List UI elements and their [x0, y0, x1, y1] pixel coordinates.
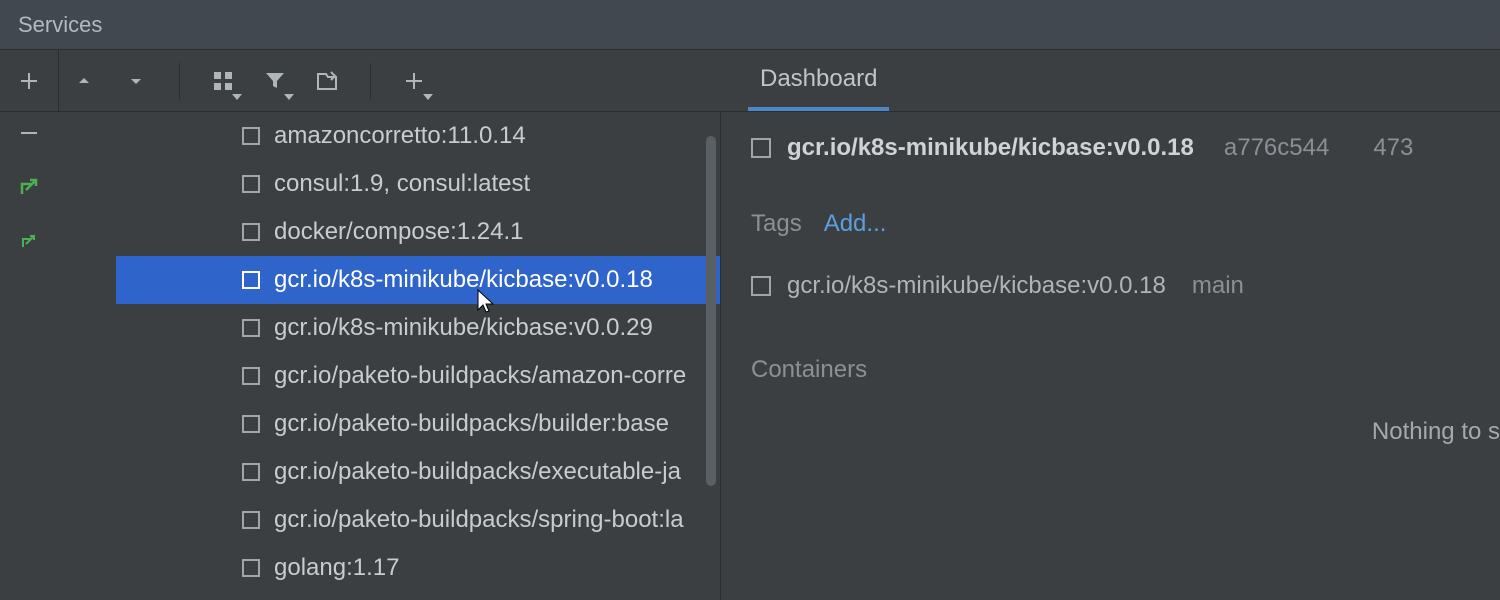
separator — [370, 63, 371, 99]
panel-title: Services — [0, 0, 1500, 50]
tags-label: Tags — [751, 210, 802, 238]
list-item[interactable]: amazoncorretto:11.0.14 — [116, 112, 720, 160]
open-small-icon[interactable] — [16, 228, 42, 254]
expand-all-icon[interactable] — [69, 66, 99, 96]
panel-title-text: Services — [18, 12, 102, 38]
image-icon — [242, 367, 260, 385]
list-item-label: gcr.io/paketo-buildpacks/amazon-corre — [274, 362, 686, 390]
add-service-icon[interactable] — [399, 66, 429, 96]
image-icon — [242, 559, 260, 577]
list-item-label: golang:1.17 — [274, 554, 399, 582]
image-list-panel: amazoncorretto:11.0.14 consul:1.9, consul… — [0, 112, 720, 600]
image-icon — [242, 223, 260, 241]
open-window-icon[interactable] — [16, 174, 42, 200]
image-icon — [242, 127, 260, 145]
image-icon — [242, 175, 260, 193]
image-icon — [242, 271, 260, 289]
list-item[interactable]: consul:1.9, consul:latest — [116, 160, 720, 208]
containers-empty-text: Nothing to s — [751, 418, 1500, 446]
list-item[interactable]: gcr.io/k8s-minikube/kicbase:v0.0.18 — [116, 256, 720, 304]
list-item-label: gcr.io/paketo-buildpacks/spring-boot:la — [274, 506, 684, 534]
list-item[interactable]: golang:1.17 — [116, 544, 720, 592]
list-item-label: gcr.io/paketo-buildpacks/executable-ja — [274, 458, 681, 486]
detail-header: gcr.io/k8s-minikube/kicbase:v0.0.18 a776… — [751, 134, 1500, 162]
tag-name: gcr.io/k8s-minikube/kicbase:v0.0.18 — [787, 272, 1166, 300]
separator — [179, 63, 180, 99]
list-item[interactable]: gcr.io/paketo-buildpacks/amazon-corre — [116, 352, 720, 400]
tag-version: main — [1192, 272, 1244, 300]
image-icon — [242, 319, 260, 337]
list-item-label: docker/compose:1.24.1 — [274, 218, 523, 246]
add-tag-link[interactable]: Add... — [824, 210, 887, 238]
list-item[interactable]: gcr.io/paketo-buildpacks/spring-boot:la — [116, 496, 720, 544]
main-area: amazoncorretto:11.0.14 consul:1.9, consul… — [0, 112, 1500, 600]
group-by-icon[interactable] — [208, 66, 238, 96]
scrollbar[interactable] — [706, 136, 716, 486]
open-tab-icon[interactable] — [312, 66, 342, 96]
tags-row: Tags Add... — [751, 210, 1500, 238]
list-item-label: amazoncorretto:11.0.14 — [274, 122, 526, 150]
image-icon — [751, 138, 771, 158]
tab-label: Dashboard — [760, 65, 877, 92]
list-toolbar — [58, 50, 718, 111]
image-icon — [242, 463, 260, 481]
image-list[interactable]: amazoncorretto:11.0.14 consul:1.9, consul… — [116, 112, 720, 600]
image-icon — [242, 415, 260, 433]
detail-tabs: Dashboard — [718, 50, 1500, 111]
image-size: 473 — [1373, 134, 1413, 162]
containers-label: Containers — [751, 356, 1500, 384]
add-icon[interactable] — [16, 68, 42, 94]
list-item-label: gcr.io/k8s-minikube/kicbase:v0.0.29 — [274, 314, 653, 342]
list-item-label: gcr.io/paketo-buildpacks/builder:base — [274, 410, 669, 438]
list-item[interactable]: gcr.io/paketo-buildpacks/builder:base — [116, 400, 720, 448]
image-icon — [751, 276, 771, 296]
list-item[interactable]: docker/compose:1.24.1 — [116, 208, 720, 256]
image-icon — [242, 511, 260, 529]
toolbar-row: Dashboard — [0, 50, 1500, 112]
tab-dashboard[interactable]: Dashboard — [748, 53, 889, 111]
list-item[interactable]: gcr.io/paketo-buildpacks/executable-ja — [116, 448, 720, 496]
list-item[interactable]: gcr.io/k8s-minikube/kicbase:v0.0.29 — [116, 304, 720, 352]
filter-icon[interactable] — [260, 66, 290, 96]
tag-entry[interactable]: gcr.io/k8s-minikube/kicbase:v0.0.18 main — [751, 272, 1500, 300]
vertical-toolbar — [0, 50, 58, 111]
remove-icon[interactable] — [16, 120, 42, 146]
collapse-all-icon[interactable] — [121, 66, 151, 96]
list-item-label: consul:1.9, consul:latest — [274, 170, 530, 198]
detail-panel: gcr.io/k8s-minikube/kicbase:v0.0.18 a776… — [720, 112, 1500, 600]
vertical-toolbar-lower — [0, 112, 58, 600]
list-item-label: gcr.io/k8s-minikube/kicbase:v0.0.18 — [274, 266, 653, 294]
image-name: gcr.io/k8s-minikube/kicbase:v0.0.18 — [787, 134, 1194, 162]
image-hash: a776c544 — [1224, 134, 1329, 162]
